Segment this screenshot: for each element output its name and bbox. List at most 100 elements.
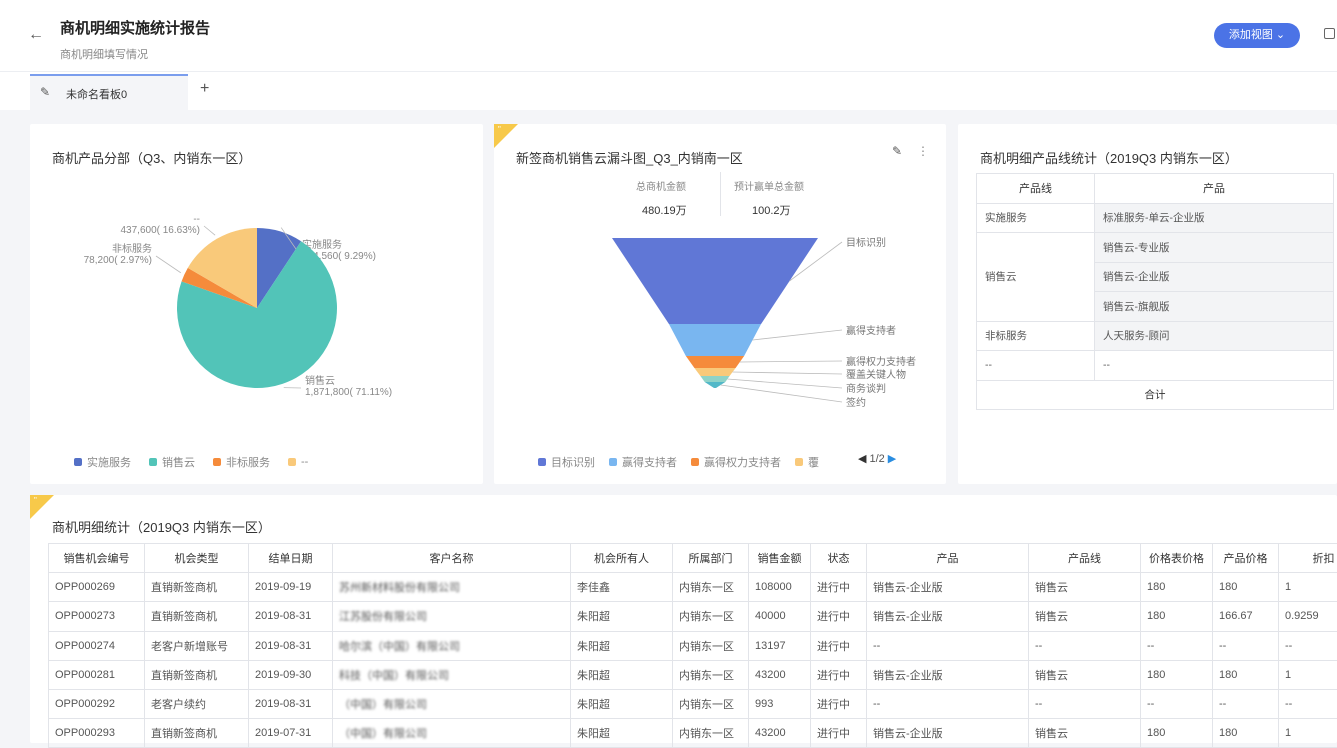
table-cell: 内销东一区 xyxy=(673,602,749,631)
legend-swatch xyxy=(149,458,157,466)
legend-label: 非标服务 xyxy=(226,454,270,470)
table-cell: （中国）有限公司 xyxy=(333,719,571,748)
pie-slice-value: 437,600( 16.63%) xyxy=(120,225,200,236)
table-cell: 180 xyxy=(1141,660,1213,689)
table-cell: 朱阳超 xyxy=(571,660,673,689)
product-cell: 标准服务-单云-企业版 xyxy=(1095,203,1334,233)
next-page-icon[interactable]: ▶ xyxy=(888,452,896,465)
pencil-icon[interactable]: ✎ xyxy=(40,85,50,99)
table-row[interactable]: OPP000293直销新签商机2019-07-31（中国）有限公司朱阳超内销东一… xyxy=(49,719,1337,748)
table-cell: 180 xyxy=(1141,719,1213,748)
add-view-button[interactable]: 添加视图 ⌄ xyxy=(1214,23,1300,48)
product-cell: 人天服务-顾问 xyxy=(1095,321,1334,351)
chevron-down-icon: ⌄ xyxy=(1276,29,1285,41)
table-cell: OPP000293 xyxy=(49,719,145,748)
col-header[interactable]: 机会所有人 xyxy=(571,544,673,573)
legend-item[interactable]: -- xyxy=(288,456,308,468)
table-cell: 销售云 xyxy=(1029,602,1141,631)
table-cell: -- xyxy=(1029,689,1141,718)
funnel-label-line xyxy=(721,385,842,402)
col-header[interactable]: 客户名称 xyxy=(333,544,571,573)
table-cell: 2019-08-31 xyxy=(249,602,333,631)
col-header[interactable]: 销售金额 xyxy=(749,544,811,573)
table-cell: 销售云-企业版 xyxy=(867,573,1029,602)
table-cell: -- xyxy=(867,631,1029,660)
table-cell: 进行中 xyxy=(811,573,867,602)
funnel-chart-card: " 新签商机销售云漏斗图_Q3_内销南一区 ✎ ⋮ 总商机金额 480.19万 … xyxy=(494,124,946,484)
funnel-stage-label: 目标识别 xyxy=(846,237,886,249)
legend-item[interactable]: 实施服务 xyxy=(74,454,131,470)
funnel-stage xyxy=(669,324,761,356)
pie-slice-name: 销售云 xyxy=(305,374,335,387)
table-cell: 直销新签商机 xyxy=(145,660,249,689)
funnel-stage-label: 赢得权力支持者 xyxy=(846,355,916,368)
table-cell: （中国）有限公司 xyxy=(333,689,571,718)
funnel-stage-label: 覆盖关键人物 xyxy=(846,368,906,381)
table-cell: 老客户续约 xyxy=(145,689,249,718)
col-header[interactable]: 产品线 xyxy=(1029,544,1141,573)
col-header[interactable]: 状态 xyxy=(811,544,867,573)
legend-swatch xyxy=(609,458,617,466)
legend-label: 目标识别 xyxy=(551,454,595,470)
funnel-stage-label: 赢得支持者 xyxy=(846,324,896,337)
table-row[interactable]: OPP000281直销新签商机2019-09-30科技（中国）有限公司朱阳超内销… xyxy=(49,660,1337,689)
page-header: ← 商机明细实施统计报告 商机明细填写情况 添加视图 ⌄ xyxy=(0,0,1337,72)
table-cell: -- xyxy=(1213,631,1279,660)
table-cell: 内销东一区 xyxy=(673,631,749,660)
product-line-cell: -- xyxy=(977,351,1095,381)
table-cell: 43200 xyxy=(749,719,811,748)
legend-label: 赢得权力支持者 xyxy=(704,454,781,470)
table-row: 实施服务标准服务-单云-企业版 xyxy=(977,203,1334,233)
col-header[interactable]: 销售机会编号 xyxy=(49,544,145,573)
tab-board-0[interactable]: ✎ 未命名看板0 xyxy=(30,74,188,110)
pie-chart: 实施服务244,560( 9.29%)销售云1,871,800( 71.11%)… xyxy=(30,184,483,484)
legend-item[interactable]: 销售云 xyxy=(149,454,195,470)
table-cell: 2019-08-31 xyxy=(249,689,333,718)
table-row[interactable]: OPP000274老客户新增账号2019-08-31哈尔滨（中国）有限公司朱阳超… xyxy=(49,631,1337,660)
col-header[interactable]: 机会类型 xyxy=(145,544,249,573)
legend-item[interactable]: 非标服务 xyxy=(213,454,270,470)
legend-label: 实施服务 xyxy=(87,454,131,470)
corner-mark-text: " xyxy=(498,125,501,134)
table-cell: 2019-09-30 xyxy=(249,660,333,689)
legend-pager: ◀ 1/2 ▶ xyxy=(858,452,896,465)
table-row[interactable]: OPP000269直销新签商机2019-09-19苏州新材料股份有限公司李佳鑫内… xyxy=(49,573,1337,602)
col-header[interactable]: 产品价格 xyxy=(1213,544,1279,573)
table-cell: 科技（中国）有限公司 xyxy=(333,660,571,689)
col-header[interactable]: 所属部门 xyxy=(673,544,749,573)
table-cell: -- xyxy=(1279,689,1337,718)
legend-label: 赢得支持者 xyxy=(622,454,677,470)
legend-item[interactable]: 赢得支持者 xyxy=(609,454,677,470)
add-tab-icon[interactable]: + xyxy=(200,80,209,98)
legend-item[interactable]: 目标识别 xyxy=(538,454,595,470)
col-header[interactable]: 折扣 xyxy=(1279,544,1337,573)
table-cell: 进行中 xyxy=(811,689,867,718)
pencil-icon[interactable]: ✎ xyxy=(892,144,902,158)
legend-swatch xyxy=(691,458,699,466)
table-cell: 40000 xyxy=(749,602,811,631)
product-cell: -- xyxy=(1095,351,1334,381)
prev-page-icon[interactable]: ◀ xyxy=(858,452,866,465)
table-cell: OPP000292 xyxy=(49,689,145,718)
table-cell: 180 xyxy=(1213,719,1279,748)
legend-item[interactable]: 覆 xyxy=(795,454,819,470)
table-cell: 销售云-企业版 xyxy=(867,719,1029,748)
metric2-value: 100.2万 xyxy=(752,202,791,218)
table-cell: 直销新签商机 xyxy=(145,719,249,748)
share-icon[interactable] xyxy=(1324,28,1335,39)
table-cell: -- xyxy=(1141,631,1213,660)
col-header[interactable]: 产品 xyxy=(867,544,1029,573)
more-vertical-icon[interactable]: ⋮ xyxy=(917,144,929,158)
table-cell: 销售云 xyxy=(1029,573,1141,602)
funnel-label-line xyxy=(733,372,842,374)
table-row[interactable]: OPP000273直销新签商机2019-08-31江苏股份有限公司朱阳超内销东一… xyxy=(49,602,1337,631)
arrow-left-icon[interactable]: ← xyxy=(28,26,44,44)
table-row[interactable]: OPP000292老客户续约2019-08-31（中国）有限公司朱阳超内销东一区… xyxy=(49,689,1337,718)
col-header[interactable]: 结单日期 xyxy=(249,544,333,573)
table-cell: 内销东一区 xyxy=(673,719,749,748)
metric1-value: 480.19万 xyxy=(642,202,687,218)
table-cell: 180 xyxy=(1141,602,1213,631)
col-header[interactable]: 价格表价格 xyxy=(1141,544,1213,573)
product-line-title: 商机明细产品线统计（2019Q3 内销东一区） xyxy=(980,148,1238,167)
legend-item[interactable]: 赢得权力支持者 xyxy=(691,454,781,470)
